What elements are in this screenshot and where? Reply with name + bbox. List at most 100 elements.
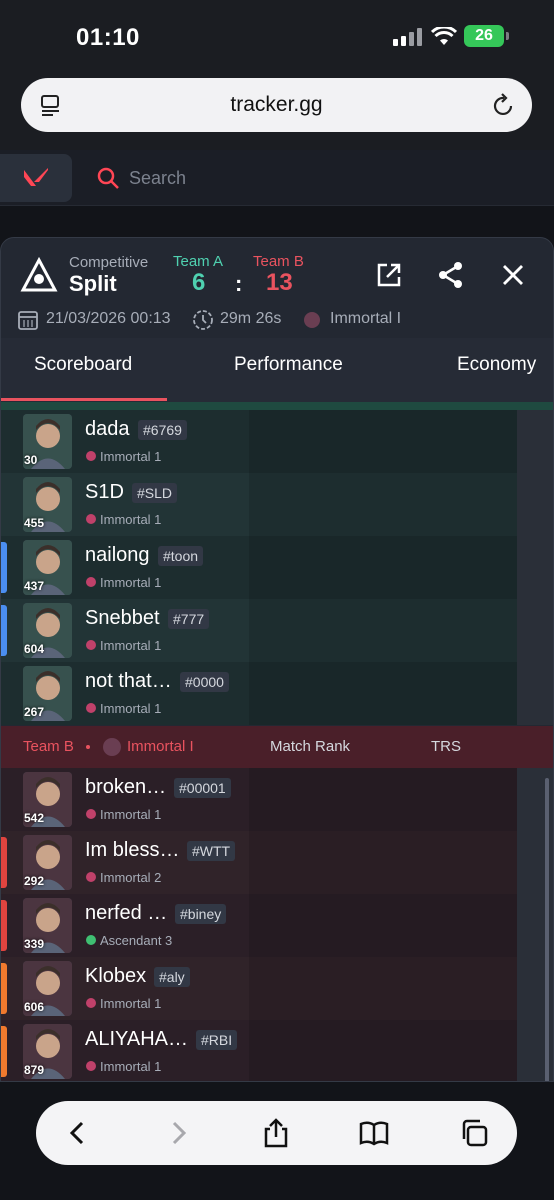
account-level: 542 — [24, 811, 45, 825]
player-cell[interactable]: 455 S1D #SLD Immortal 1 — [1, 473, 249, 536]
player-name[interactable]: S1D — [85, 481, 124, 504]
table-row[interactable]: 267 not that… #0000 Immortal 1 100 — [1, 662, 553, 725]
player-name[interactable]: ALIYAHA… — [85, 1028, 188, 1051]
rank-icon — [86, 703, 96, 713]
player-cell[interactable]: 30 dada #6769 Immortal 1 — [1, 410, 249, 473]
match-date: 21/03/2026 00:13 — [46, 310, 171, 327]
account-level: 604 — [24, 642, 45, 656]
status-bar: 01:10 26 — [0, 0, 554, 70]
map-name: Split — [69, 271, 117, 296]
account-level: 879 — [24, 1063, 45, 1077]
search-icon[interactable] — [96, 166, 120, 190]
player-name[interactable]: nailong — [85, 544, 150, 567]
rank-cell: 100 — [249, 662, 553, 725]
url-text[interactable]: tracker.gg — [21, 93, 532, 117]
browser-toolbar — [36, 1101, 517, 1165]
party-indicator — [1, 900, 7, 951]
tab-scoreboard[interactable]: Scoreboard — [34, 354, 132, 376]
player-cell[interactable]: 437 nailong #toon Immortal 1 — [1, 536, 249, 599]
player-cell[interactable]: 879 ALIYAHA… #RBI Immortal 1 — [1, 1020, 249, 1081]
player-rank: Immortal 1 — [100, 512, 162, 527]
player-rank: Immortal 1 — [100, 638, 162, 653]
party-indicator — [1, 605, 7, 656]
player-cell[interactable]: 267 not that… #0000 Immortal 1 — [1, 662, 249, 725]
match-duration: 29m 26s — [220, 310, 282, 327]
forward-icon[interactable] — [162, 1117, 194, 1149]
player-name[interactable]: nerfed … — [85, 902, 167, 925]
calendar-icon — [18, 311, 38, 330]
table-row[interactable]: 879 ALIYAHA… #RBI Immortal 1 422 — [1, 1020, 553, 1081]
address-bar[interactable]: tracker.gg — [21, 78, 532, 132]
average-rank: Immortal I — [330, 310, 402, 327]
player-name[interactable]: Snebbet — [85, 607, 160, 630]
tab-bar: Scoreboard Performance Economy — [1, 338, 553, 402]
rank-icon — [86, 451, 96, 461]
player-cell[interactable]: 542 broken… #00001 Immortal 1 — [1, 768, 249, 831]
tabs-icon[interactable] — [458, 1117, 490, 1149]
team-b-score: 13 — [266, 269, 293, 296]
table-row[interactable]: 455 S1D #SLD Immortal 1 417 — [1, 473, 553, 536]
player-cell[interactable]: 339 nerfed … #biney Ascendant 3 — [1, 894, 249, 957]
search-input[interactable]: Search — [129, 168, 186, 189]
table-row[interactable]: 292 Im bless… #WTT Immortal 2 835 — [1, 831, 553, 894]
valorant-logo-button[interactable] — [0, 154, 72, 202]
share-icon[interactable] — [260, 1117, 292, 1149]
player-cell[interactable]: 606 Klobex #aly Immortal 1 — [1, 957, 249, 1020]
tab-economy[interactable]: Economy — [457, 354, 536, 376]
team-b-header-label: Team B — [23, 738, 74, 755]
party-indicator — [1, 837, 7, 888]
player-tag: #RBI — [196, 1030, 238, 1050]
account-level: 339 — [24, 937, 45, 951]
player-name[interactable]: dada — [85, 418, 130, 441]
rank-cell: 587 — [249, 410, 553, 473]
clock-icon — [193, 310, 213, 330]
scrollbar[interactable] — [545, 778, 549, 1081]
rank-icon — [86, 935, 96, 945]
separator-dot — [86, 745, 90, 749]
wifi-icon — [431, 27, 457, 45]
player-tag: #6769 — [138, 420, 187, 440]
player-name[interactable]: broken… — [85, 776, 166, 799]
share-icon[interactable] — [436, 260, 466, 290]
team-a-label: Team A — [173, 253, 224, 270]
player-name[interactable]: Klobex — [85, 965, 146, 988]
back-icon[interactable] — [62, 1117, 94, 1149]
player-cell[interactable]: 292 Im bless… #WTT Immortal 2 — [1, 831, 249, 894]
player-tag: #toon — [158, 546, 204, 566]
account-level: 437 — [24, 579, 45, 593]
table-row[interactable]: 606 Klobex #aly Immortal 1 668 — [1, 957, 553, 1020]
player-name[interactable]: Im bless… — [85, 839, 179, 862]
table-row[interactable]: 437 nailong #toon Immortal 1 344 — [1, 536, 553, 599]
player-tag: #0000 — [180, 672, 229, 692]
tab-performance[interactable]: Performance — [234, 354, 343, 376]
account-level: 455 — [24, 516, 45, 530]
competitive-mode-icon — [20, 256, 58, 292]
valorant-logo-icon — [24, 168, 48, 186]
rank-cell: 344 — [249, 536, 553, 599]
row-side-gutter — [517, 410, 553, 473]
external-link-icon[interactable] — [374, 260, 404, 290]
table-row[interactable]: 542 broken… #00001 Immortal 1 865 — [1, 768, 553, 831]
table-row[interactable]: 339 nerfed … #bineyAscendant 3 824 — [1, 894, 553, 957]
table-row[interactable]: 604 Snebbet #777 Immortal 1 246 — [1, 599, 553, 662]
score-separator: : — [235, 271, 243, 296]
reload-icon[interactable] — [492, 92, 516, 118]
player-tag: #biney — [175, 904, 227, 924]
player-rank: Immortal 1 — [100, 807, 162, 822]
rank-icon — [86, 640, 96, 650]
player-cell[interactable]: 604 Snebbet #777 Immortal 1 — [1, 599, 249, 662]
player-rank: Immortal 2 — [100, 870, 162, 885]
player-name[interactable]: not that… — [85, 670, 172, 693]
player-rank: Immortal 1 — [100, 575, 162, 590]
immortal-rank-icon — [304, 312, 320, 328]
bookmarks-icon[interactable] — [358, 1117, 390, 1149]
site-nav: Search — [0, 150, 554, 206]
player-tag: #00001 — [174, 778, 231, 798]
close-icon[interactable] — [498, 260, 528, 290]
rank-cell: 246 — [249, 599, 553, 662]
rank-icon — [86, 998, 96, 1008]
signal-icon — [393, 28, 423, 46]
player-rank: Immortal 1 — [100, 1059, 162, 1074]
player-tag: #SLD — [132, 483, 178, 503]
table-row[interactable]: 30 dada #6769 Immortal 1 587 — [1, 410, 553, 473]
